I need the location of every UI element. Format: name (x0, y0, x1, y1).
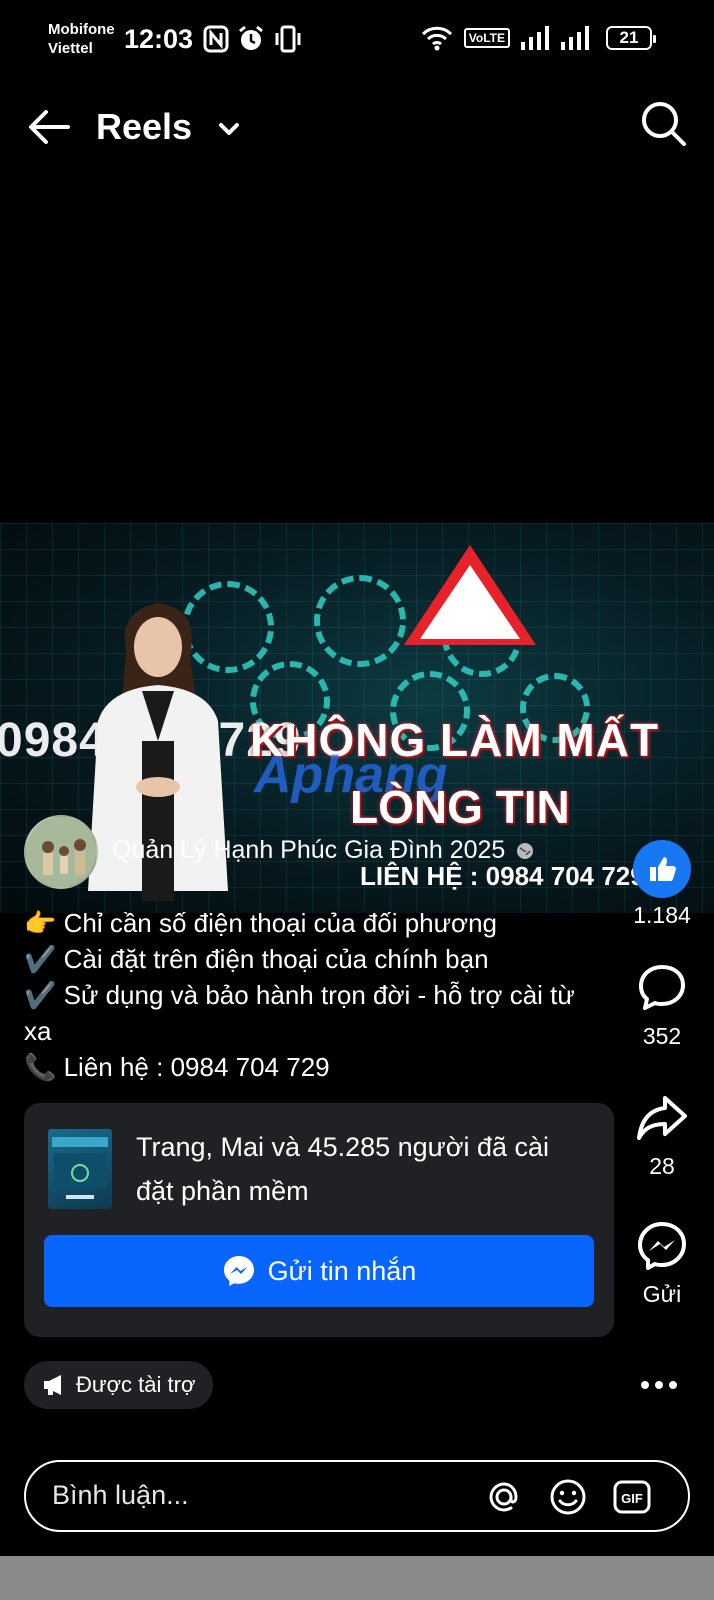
caption-line: 👉 Chỉ cần số điện thoại của đối phương (24, 908, 498, 938)
comment-input[interactable] (52, 1480, 452, 1511)
alarm-icon (239, 25, 263, 50)
battery-icon: 21 (606, 26, 656, 50)
reel-caption[interactable]: 👉 Chỉ cần số điện thoại của đối phương ✔… (24, 905, 604, 1085)
caption-line: ✔️ Sử dụng và bảo hành trọn đời - hỗ trợ… (24, 980, 575, 1046)
more-options-icon[interactable] (634, 1370, 684, 1400)
navigation-bar-strip (0, 1556, 714, 1600)
status-icons-left (203, 25, 303, 53)
send-message-button[interactable]: Gửi tin nhắn (44, 1235, 594, 1307)
chevron-down-icon[interactable] (214, 114, 244, 144)
share-count: 28 (649, 1153, 675, 1179)
signal-icon (521, 26, 549, 50)
nfc-icon (203, 25, 229, 53)
caption-line: ✔️ Cài đặt trên điện thoại của chính bạn (24, 944, 489, 974)
author-name-text[interactable]: Quản Lý Hạnh Phúc Gia Đình 2025 (112, 836, 505, 864)
megaphone-icon (44, 1375, 61, 1395)
like-icon (633, 840, 691, 898)
search-icon[interactable] (636, 96, 692, 152)
wifi-icon (421, 26, 452, 51)
ad-social-text: Trang, Mai và 45.285 người đã cài đặt ph… (136, 1132, 550, 1206)
messenger-icon (638, 1222, 686, 1270)
clock: 12:03 (124, 24, 194, 54)
comment-bar: GIF (24, 1460, 690, 1532)
video-contact-line: LIÊN HỆ : 0984 704 729 (360, 861, 645, 891)
globe-icon (517, 843, 534, 860)
page-title[interactable]: Reels (96, 106, 192, 148)
caption-line: 📞 Liên hệ : 0984 704 729 (24, 1052, 330, 1082)
like-button[interactable]: 1.184 (610, 840, 714, 929)
reels-screen: Mobifone Viettel 12:03 VoLTE 21 Reels 09… (0, 0, 714, 1600)
gif-icon[interactable]: GIF (612, 1477, 652, 1517)
signal-icon (561, 26, 589, 50)
ad-card: Trang, Mai và 45.285 người đã cài đặt ph… (24, 1103, 614, 1337)
video-headline-line2: LÒNG TIN (350, 781, 570, 833)
carrier-line2: Viettel (48, 40, 93, 57)
send-label: Gửi (642, 1281, 682, 1307)
ad-thumbnail[interactable] (48, 1129, 112, 1209)
comment-count: 352 (642, 1023, 682, 1049)
comment-button[interactable]: 352 (610, 962, 714, 1050)
messenger-icon (223, 1256, 254, 1286)
status-icons-right: VoLTE (420, 25, 590, 51)
gear-graphic (314, 575, 406, 667)
carrier-info: Mobifone Viettel (48, 20, 115, 58)
carrier-line1: Mobifone (48, 21, 115, 38)
mention-icon[interactable] (484, 1477, 524, 1517)
sponsored-badge[interactable]: Được tài trợ (24, 1361, 214, 1409)
sponsored-label: Được tài trợ (76, 1372, 196, 1397)
like-count: 1.184 (633, 902, 691, 928)
share-arrow-icon (637, 1096, 687, 1140)
send-message-label: Gửi tin nhắn (267, 1255, 417, 1286)
svg-text:GIF: GIF (621, 1491, 643, 1506)
comment-icon (639, 965, 685, 1010)
top-nav: Reels (0, 88, 714, 164)
send-button[interactable]: Gửi (610, 1220, 714, 1308)
author-name[interactable]: Quản Lý Hạnh Phúc Gia Đình 2025 (112, 836, 534, 865)
vibrate-icon (275, 25, 301, 53)
ad-thumbnail-image (52, 1137, 108, 1199)
emoji-icon[interactable] (548, 1477, 588, 1517)
back-arrow-icon[interactable] (24, 102, 74, 152)
share-button[interactable]: 28 (610, 1092, 714, 1180)
volte-icon: VoLTE (463, 28, 510, 48)
status-bar: Mobifone Viettel 12:03 VoLTE 21 (0, 0, 714, 80)
warning-triangle-inner (420, 565, 520, 639)
author-avatar[interactable] (24, 815, 98, 889)
